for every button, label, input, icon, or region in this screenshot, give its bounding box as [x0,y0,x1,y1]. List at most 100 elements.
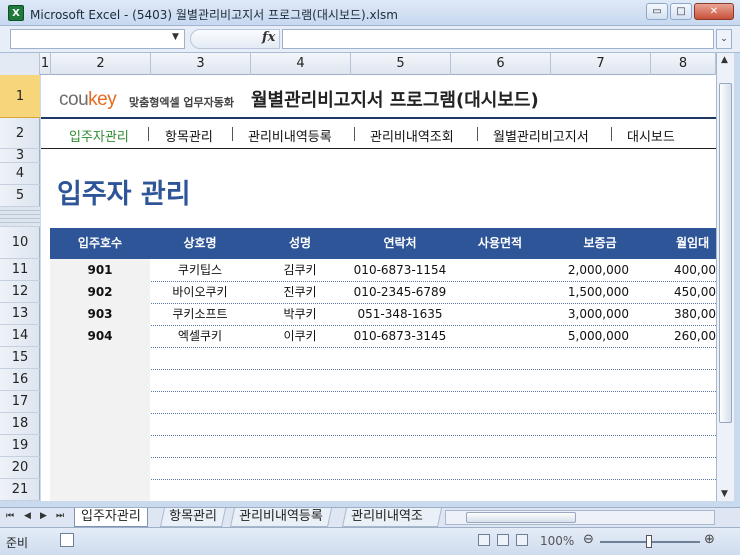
row-header[interactable]: 10 [0,227,40,259]
cell-company[interactable]: 쿠키팁스 [150,259,250,281]
cell-area[interactable] [450,259,550,281]
column-header[interactable]: 2 [51,53,151,75]
row-header[interactable]: 21 [0,479,40,501]
zoom-level[interactable]: 100% [540,534,574,548]
row-header[interactable]: 16 [0,369,40,391]
cell-name[interactable]: 김쿠키 [250,259,350,281]
scroll-down-icon[interactable]: ▼ [721,489,728,499]
first-sheet-icon[interactable]: ⏮ [6,511,14,521]
column-header[interactable]: 7 [551,53,651,75]
zoom-in-icon[interactable]: ⊕ [704,532,715,547]
worksheet-area[interactable]: coukey 맞춤형엑셀 업무자동화 월별관리비고지서 프로그램(대시보드) 입… [41,75,716,501]
cell-unit[interactable]: 902 [50,281,150,303]
row-header[interactable]: 14 [0,325,40,347]
vertical-scrollbar[interactable]: ▲ ▼ [716,53,734,501]
cell-unit[interactable]: 901 [50,259,150,281]
cell-contact[interactable]: 051-348-1635 [350,303,450,325]
cell-unit[interactable]: 904 [50,325,150,347]
formula-input[interactable] [282,29,714,49]
cell-name[interactable]: 진쿠키 [250,281,350,303]
cell-deposit[interactable]: 5,000,000 [550,325,629,347]
cell-company[interactable]: 바이오쿠키 [150,281,250,303]
header-name[interactable]: 성명 [250,228,350,259]
row-header[interactable]: 4 [0,163,40,185]
cell-contact[interactable]: 010-6873-1154 [350,259,450,281]
cell-unit[interactable] [50,479,150,501]
row-header[interactable]: 20 [0,457,40,479]
sheet-tab-tenant[interactable]: 입주자관리 [74,508,148,527]
cell-unit[interactable] [50,369,150,391]
column-header[interactable]: 5 [351,53,451,75]
nav-item-items[interactable]: 항목관리 [165,126,213,145]
page-layout-view-icon[interactable] [497,534,509,546]
cell-unit[interactable] [50,435,150,457]
vertical-scroll-thumb[interactable] [719,83,732,423]
table-row-empty[interactable] [50,435,716,458]
cell-rent[interactable]: 260,00 [674,325,716,347]
chevron-down-icon[interactable]: ▼ [172,32,179,42]
cell-deposit[interactable]: 3,000,000 [550,303,629,325]
cell-unit[interactable] [50,391,150,413]
row-header[interactable]: 1 [0,75,40,118]
header-contact[interactable]: 연락처 [350,228,450,259]
nav-item-fee-register[interactable]: 관리비내역등록 [248,126,332,145]
cell-contact[interactable]: 010-2345-6789 [350,281,450,303]
sheet-tab-fee-register[interactable]: 관리비내역등록 [229,508,332,527]
cell-name[interactable]: 박쿠키 [250,303,350,325]
row-header[interactable]: 17 [0,391,40,413]
cell-rent[interactable]: 400,00 [674,259,716,281]
table-row[interactable]: 902 바이오쿠키 진쿠키 010-2345-6789 1,500,000 45… [50,281,716,304]
table-row-empty[interactable] [50,391,716,414]
row-header[interactable]: 15 [0,347,40,369]
nav-item-dashboard[interactable]: 대시보드 [627,126,675,145]
header-area[interactable]: 사용면적 [450,228,550,259]
excel-app-icon[interactable]: X [8,5,24,21]
row-header[interactable]: 3 [0,148,40,163]
header-company[interactable]: 상호명 [150,228,250,259]
macro-record-icon[interactable] [60,533,74,547]
page-break-view-icon[interactable] [516,534,528,546]
column-header[interactable]: 1 [40,53,51,75]
name-box[interactable] [10,29,185,49]
row-header[interactable]: 2 [0,118,40,149]
header-unit[interactable]: 입주호수 [50,228,150,259]
column-header[interactable]: 4 [251,53,351,75]
cell-deposit[interactable]: 2,000,000 [550,259,629,281]
cell-rent[interactable]: 380,00 [674,303,716,325]
table-row[interactable]: 903 쿠키소프트 박쿠키 051-348-1635 3,000,000 380… [50,303,716,326]
cell-deposit[interactable]: 1,500,000 [550,281,629,303]
sheet-tab-fee-lookup[interactable]: 관리비내역조 [341,508,443,527]
cell-company[interactable]: 엑셀쿠키 [150,325,250,347]
table-row[interactable]: 904 엑셀쿠키 이쿠키 010-6873-3145 5,000,000 260… [50,325,716,348]
zoom-out-icon[interactable]: ⊖ [583,532,594,547]
horizontal-scroll-thumb[interactable] [466,512,576,523]
cell-unit[interactable] [50,413,150,435]
nav-item-tenant[interactable]: 입주자관리 [69,126,129,145]
cell-area[interactable] [450,303,550,325]
select-all-corner[interactable] [0,53,40,75]
table-row-empty[interactable] [50,347,716,370]
header-deposit[interactable]: 보증금 [550,228,650,259]
insert-function-icon[interactable]: fx [262,30,275,45]
next-sheet-icon[interactable]: ▶ [40,511,47,521]
cell-unit[interactable] [50,457,150,479]
cell-company[interactable]: 쿠키소프트 [150,303,250,325]
close-button[interactable]: ✕ [694,3,734,20]
column-header[interactable]: 3 [151,53,251,75]
nav-item-fee-lookup[interactable]: 관리비내역조회 [370,126,454,145]
table-row[interactable]: 901 쿠키팁스 김쿠키 010-6873-1154 2,000,000 400… [50,259,716,282]
minimize-button[interactable]: ▭ [646,3,668,20]
row-header[interactable]: 19 [0,435,40,457]
cell-area[interactable] [450,281,550,303]
table-row-empty[interactable] [50,479,716,501]
column-header[interactable]: 8 [651,53,716,75]
cell-unit[interactable] [50,347,150,369]
nav-item-monthly-bill[interactable]: 월별관리비고지서 [493,126,589,145]
zoom-slider-knob[interactable] [646,535,652,548]
cell-name[interactable]: 이쿠키 [250,325,350,347]
expand-formula-bar-button[interactable]: ⌄ [716,29,732,49]
sheet-tab-items[interactable]: 항목관리 [159,508,226,527]
cell-area[interactable] [450,325,550,347]
table-row-empty[interactable] [50,413,716,436]
row-header[interactable]: 13 [0,303,40,325]
